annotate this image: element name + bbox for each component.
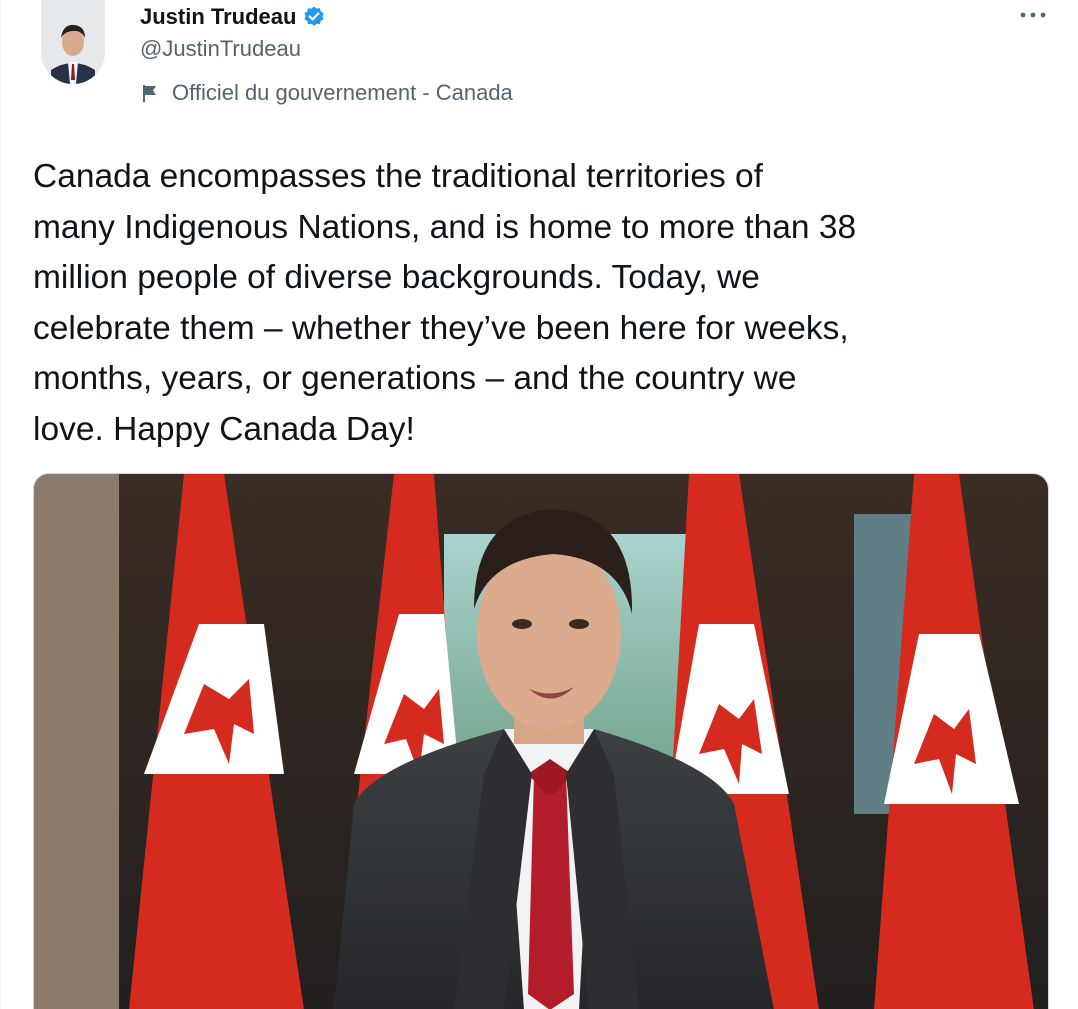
tweet-media-video[interactable] xyxy=(33,473,1049,1009)
author-handle[interactable]: @JustinTrudeau xyxy=(140,36,301,62)
author-display-name[interactable]: Justin Trudeau xyxy=(140,4,296,30)
more-options-button[interactable] xyxy=(1013,0,1053,30)
tweet[interactable]: Justin Trudeau @JustinTrudeau Officiel d… xyxy=(0,0,1078,1009)
video-thumbnail xyxy=(34,474,1048,1009)
tweet-border xyxy=(0,0,1,1009)
tweet-text: Canada encompasses the traditional terri… xyxy=(33,158,857,448)
verified-badge-icon xyxy=(302,5,326,29)
government-label-text: Officiel du gouvernement - Canada xyxy=(172,80,513,105)
flag-icon xyxy=(140,83,160,103)
government-label[interactable]: Officiel du gouvernement - Canada xyxy=(140,80,513,106)
avatar[interactable] xyxy=(41,0,105,84)
more-options-icon xyxy=(1020,12,1046,18)
author-name-row[interactable]: Justin Trudeau xyxy=(140,2,326,32)
